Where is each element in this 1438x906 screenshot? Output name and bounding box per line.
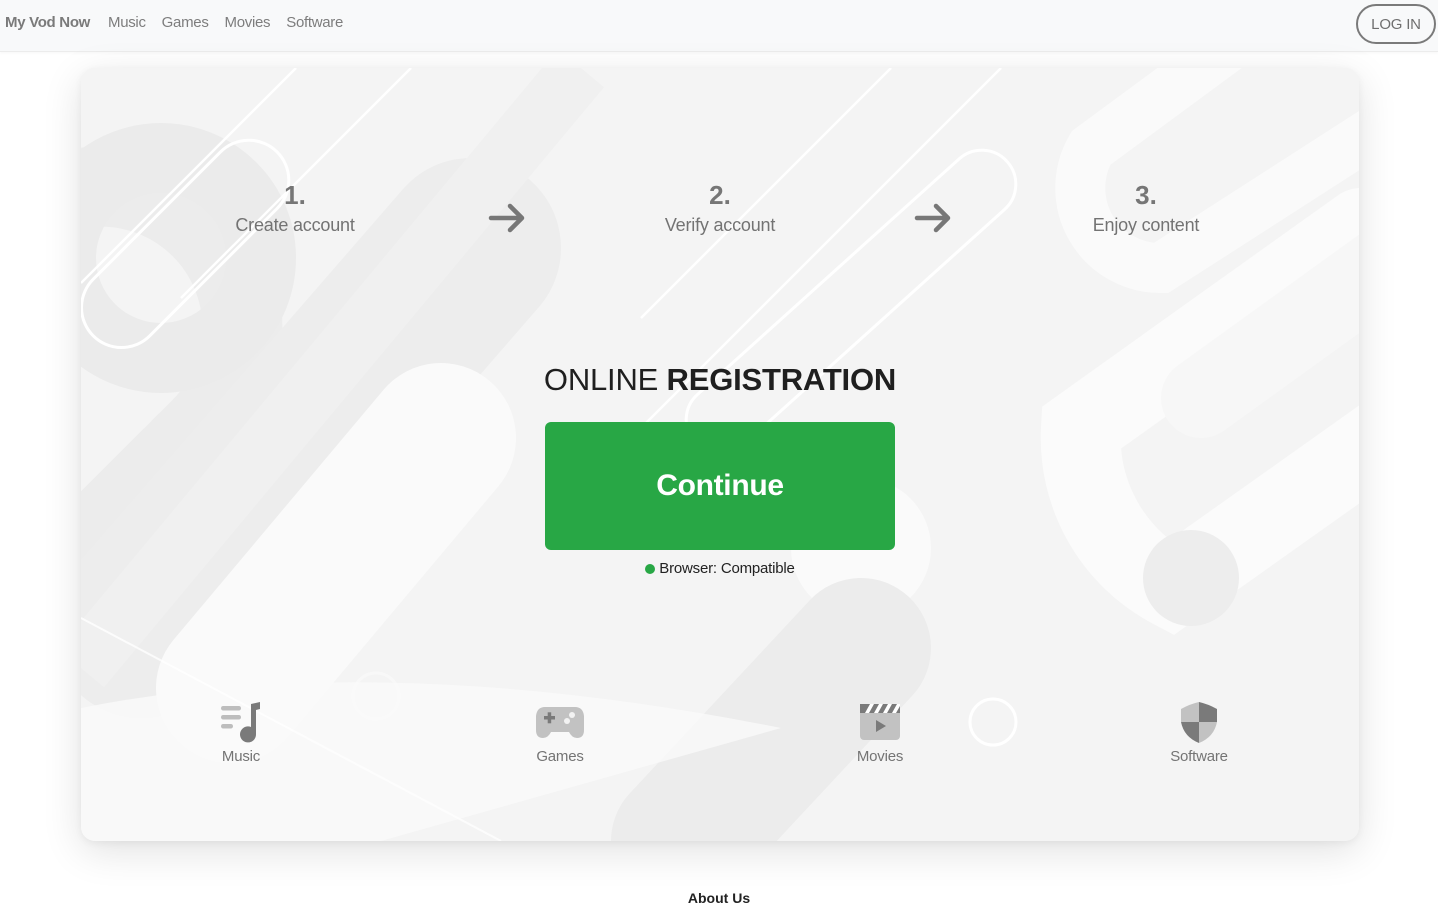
category-label: Software [1170,748,1228,765]
step-2: 2. Verify account [590,180,850,236]
nav-link-games[interactable]: Games [162,14,209,31]
step-label: Verify account [664,215,776,235]
continue-button[interactable]: Continue [545,422,895,550]
nav-links: Music Games Movies Software [108,14,359,31]
nav-link-movies[interactable]: Movies [225,14,271,31]
category-movies[interactable]: Movies [820,700,940,765]
status-dot-icon [645,563,656,574]
step-number: 3. [1135,180,1157,210]
registration-card: 1. Create account 2. Verify account 3. E… [81,68,1359,841]
registration-title: ONLINE REGISTRATION [81,362,1359,398]
browser-status: Browser: Compatible [81,560,1359,577]
about-us-heading: About Us [687,890,751,906]
nav-link-software[interactable]: Software [286,14,343,31]
login-button[interactable]: LOG IN [1356,4,1436,44]
brand-logo-link[interactable]: My Vod Now [5,14,90,31]
music-note-icon [221,702,260,743]
step-number: 2. [709,180,731,210]
status-text: Browser: Compatible [659,560,795,577]
clapperboard-icon [860,704,900,740]
category-label: Movies [856,748,904,765]
arrow-right-icon [488,203,525,233]
step-1: 1. Create account [165,180,425,236]
category-games[interactable]: Games [500,700,620,765]
nav-link-music[interactable]: Music [108,14,146,31]
arrow-right-icon [914,203,951,233]
category-software[interactable]: Software [1139,700,1259,765]
top-navbar: My Vod Now Music Games Movies Software L… [0,0,1438,52]
step-label: Create account [235,215,355,235]
step-3: 3. Enjoy content [1016,180,1276,236]
category-label: Games [536,748,584,765]
step-number: 1. [284,180,306,210]
category-music[interactable]: Music [181,700,301,765]
title-light: ONLINE [543,362,659,397]
gamepad-icon [536,707,584,738]
step-label: Enjoy content [1092,215,1200,235]
category-label: Music [221,748,261,765]
shield-icon [1181,702,1217,743]
title-bold: REGISTRATION [666,362,897,397]
